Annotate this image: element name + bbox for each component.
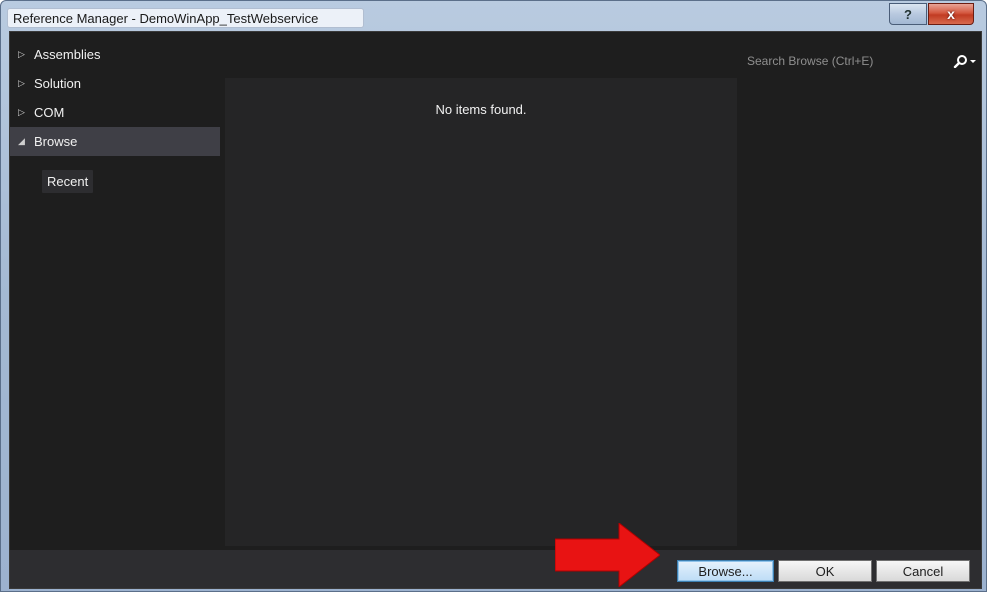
expand-arrow-icon: ▷ <box>18 107 25 117</box>
sidebar-item-label: Browse <box>34 134 78 149</box>
sidebar-item-label: Assemblies <box>34 47 101 62</box>
expand-arrow-icon: ▷ <box>18 49 25 59</box>
browse-button[interactable]: Browse... <box>677 560 774 582</box>
search-input[interactable] <box>747 52 937 70</box>
sidebar-item-solution[interactable]: ▷ Solution <box>10 69 220 98</box>
empty-message: No items found. <box>435 102 527 117</box>
sidebar-item-assemblies[interactable]: ▷ Assemblies <box>10 40 220 69</box>
close-button[interactable]: x <box>928 3 974 25</box>
details-pane <box>741 72 981 546</box>
reference-manager-window: Reference Manager - DemoWinApp_TestWebse… <box>0 0 987 592</box>
expand-arrow-icon: ▷ <box>18 78 25 88</box>
dialog-client-area: ▷ Assemblies ▷ Solution ▷ COM ◢ Browse R… <box>9 31 982 589</box>
window-title: Reference Manager - DemoWinApp_TestWebse… <box>13 11 319 26</box>
sidebar-item-com[interactable]: ▷ COM <box>10 98 220 127</box>
search-button[interactable] <box>949 50 977 72</box>
sidebar-item-browse[interactable]: ◢ Browse <box>10 127 220 156</box>
search-box <box>741 50 981 72</box>
sidebar-item-label: Solution <box>34 76 81 91</box>
sidebar-subitem-recent[interactable]: Recent <box>42 170 94 193</box>
cancel-button[interactable]: Cancel <box>876 560 970 582</box>
results-list: No items found. <box>225 78 737 546</box>
title-bar[interactable]: Reference Manager - DemoWinApp_TestWebse… <box>1 1 986 31</box>
help-button[interactable]: ? <box>889 3 927 25</box>
search-icon <box>953 55 976 68</box>
system-buttons: ? x <box>889 3 974 27</box>
sidebar-item-label: COM <box>34 105 65 120</box>
dialog-footer: Browse... OK Cancel <box>10 550 981 588</box>
collapse-arrow-icon: ◢ <box>18 136 25 146</box>
category-sidebar: ▷ Assemblies ▷ Solution ▷ COM ◢ Browse R… <box>10 40 220 193</box>
annotation-arrow-icon <box>555 523 660 587</box>
ok-button[interactable]: OK <box>778 560 872 582</box>
